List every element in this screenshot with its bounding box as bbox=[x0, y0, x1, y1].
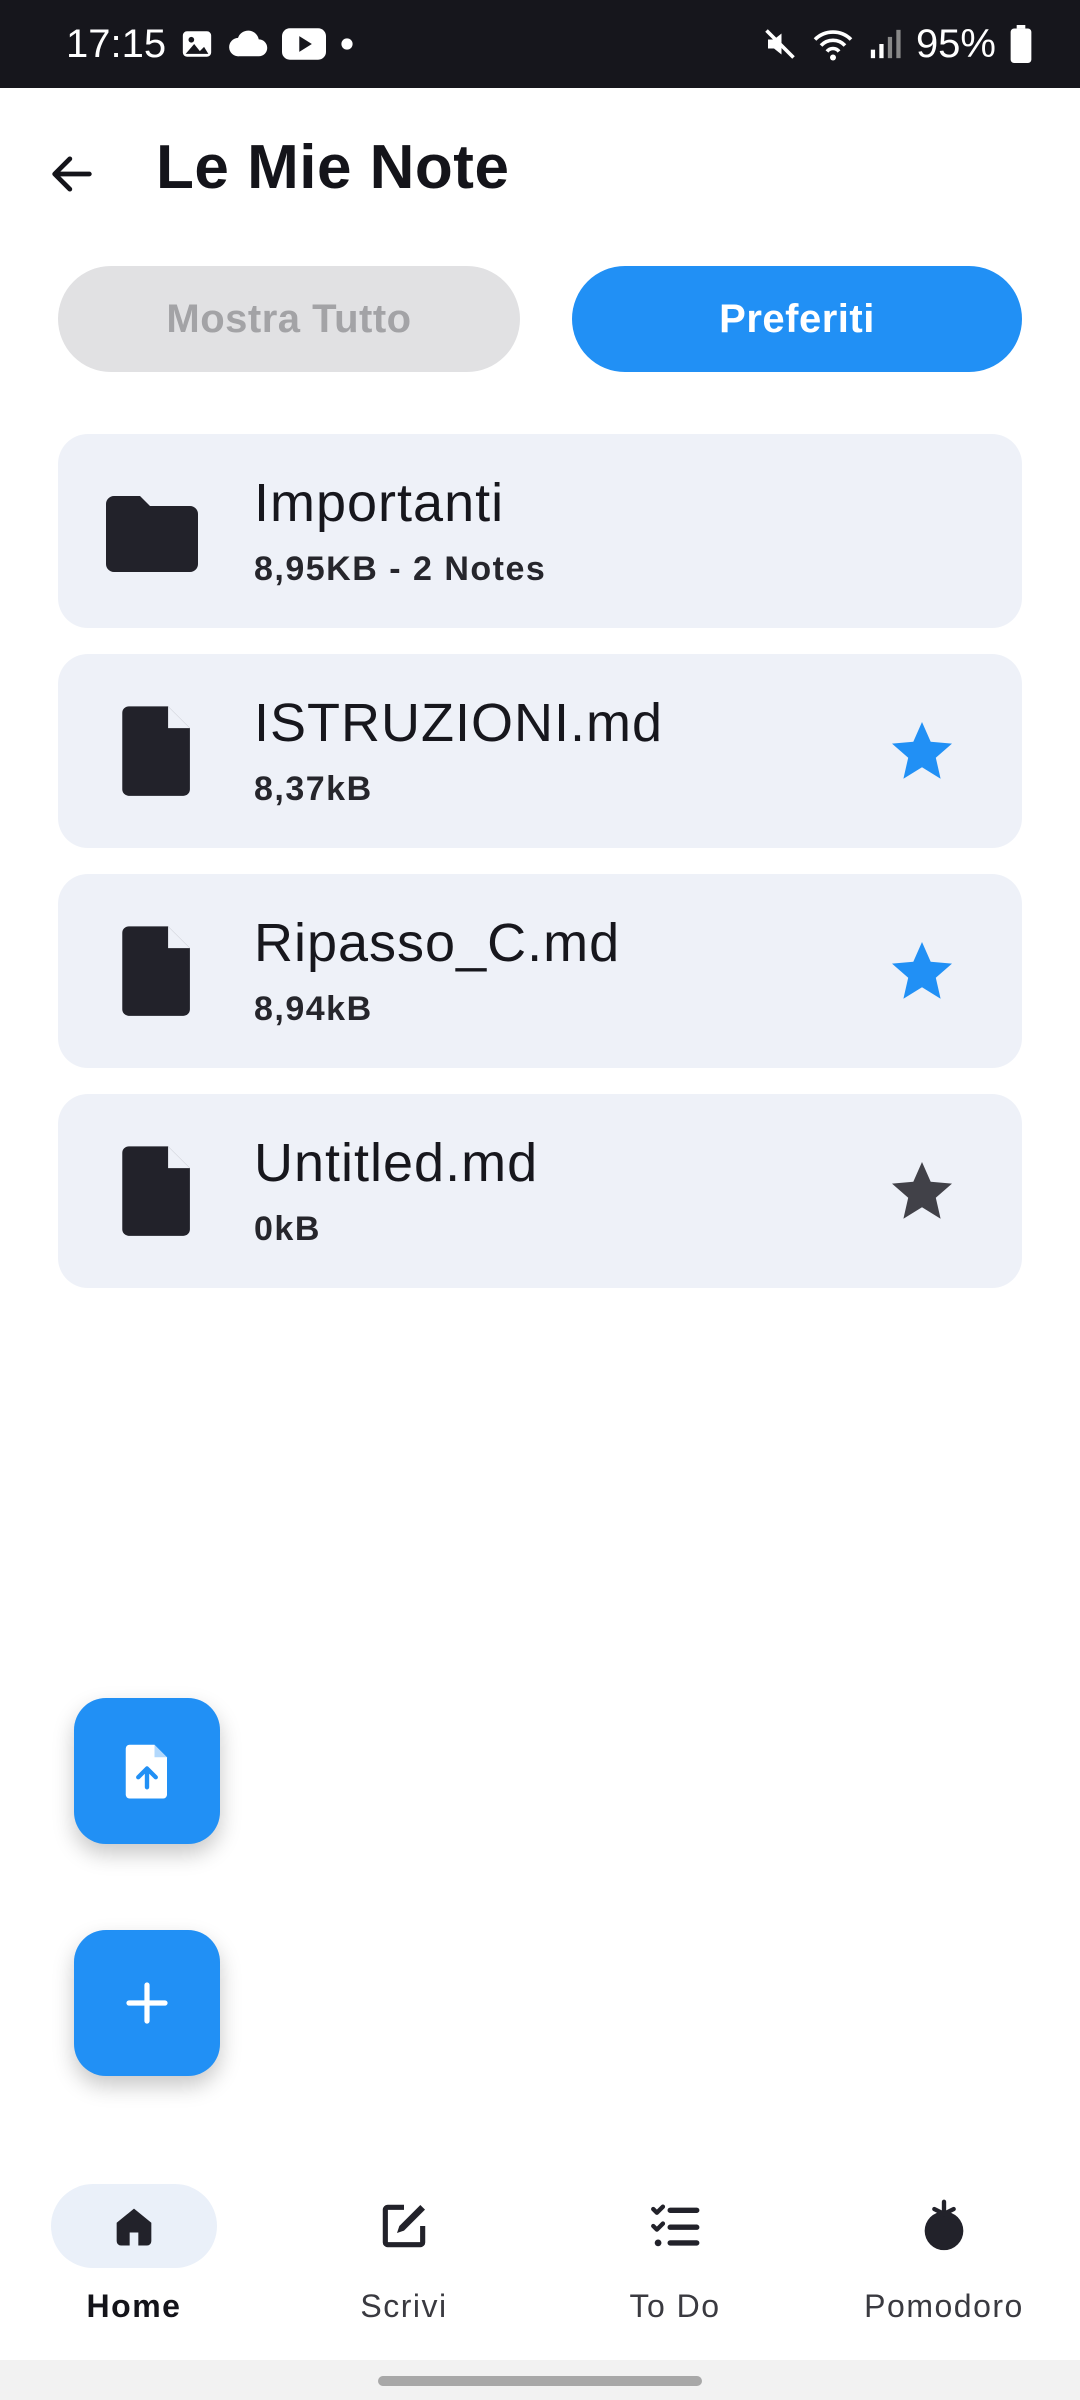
file-icon bbox=[122, 926, 190, 1016]
file-upload-icon bbox=[125, 1744, 167, 1799]
nav-item-home[interactable]: Home bbox=[24, 2184, 244, 2354]
checklist-icon bbox=[651, 2204, 700, 2247]
status-bar: 17:15 95% bbox=[0, 0, 1080, 88]
nav-pill bbox=[861, 2184, 1027, 2268]
nav-label: Scrivi bbox=[360, 2288, 448, 2324]
gesture-handle[interactable] bbox=[378, 2376, 702, 2386]
upload-file-button[interactable] bbox=[74, 1698, 220, 1844]
item-subtitle: 8,94kB bbox=[254, 990, 373, 1028]
item-title: Importanti bbox=[254, 473, 505, 533]
item-title: ISTRUZIONI.md bbox=[254, 693, 664, 753]
back-button[interactable] bbox=[36, 138, 108, 210]
battery-icon bbox=[1010, 25, 1032, 63]
nav-label: To Do bbox=[629, 2288, 721, 2324]
folder-icon bbox=[106, 496, 198, 572]
page-title: Le Mie Note bbox=[156, 133, 510, 202]
file-icon bbox=[122, 706, 190, 796]
favorites-button[interactable]: Preferiti bbox=[572, 266, 1022, 372]
wifi-icon bbox=[812, 26, 854, 62]
nav-pill bbox=[51, 2184, 217, 2268]
status-right: 95% bbox=[762, 22, 1032, 67]
item-title: Untitled.md bbox=[254, 1133, 539, 1193]
nav-label: Home bbox=[86, 2288, 182, 2324]
header: Le Mie Note bbox=[0, 88, 1080, 258]
youtube-icon bbox=[282, 28, 327, 60]
status-left: 17:15 bbox=[66, 22, 354, 67]
list-item-file[interactable]: ISTRUZIONI.md 8,37kB bbox=[58, 654, 1022, 848]
nav-item-scrivi[interactable]: Scrivi bbox=[294, 2184, 514, 2354]
file-icon bbox=[122, 1146, 190, 1236]
gallery-icon bbox=[180, 27, 214, 61]
arrow-back-icon bbox=[52, 156, 92, 192]
screen: 17:15 95% Le Mie Note Mostra Tutto Prefe… bbox=[0, 0, 1080, 2400]
list-item-file[interactable]: Untitled.md 0kB bbox=[58, 1094, 1022, 1288]
tomato-icon bbox=[924, 2199, 964, 2251]
gesture-area bbox=[0, 2360, 1080, 2400]
item-subtitle: 8,95KB - 2 Notes bbox=[254, 550, 547, 588]
nav-label: Pomodoro bbox=[864, 2288, 1024, 2324]
battery-percent: 95% bbox=[915, 21, 996, 66]
item-title: Ripasso_C.md bbox=[254, 913, 621, 973]
home-icon bbox=[116, 2208, 152, 2246]
nav-pill bbox=[321, 2184, 487, 2268]
nav-pill bbox=[592, 2184, 758, 2268]
item-subtitle: 8,37kB bbox=[254, 770, 373, 808]
nav-item-pomodoro[interactable]: Pomodoro bbox=[834, 2184, 1054, 2354]
show-all-button[interactable]: Mostra Tutto bbox=[58, 266, 520, 372]
star-outline-icon[interactable] bbox=[886, 1156, 958, 1228]
edit-icon bbox=[382, 2204, 426, 2248]
item-subtitle: 0kB bbox=[254, 1210, 321, 1248]
plus-icon bbox=[126, 1982, 168, 2024]
add-note-button[interactable] bbox=[74, 1930, 220, 2076]
bottom-nav: Home Scrivi To Do Pomodoro bbox=[0, 2160, 1080, 2360]
nav-item-todo[interactable]: To Do bbox=[565, 2184, 785, 2354]
status-time: 17:15 bbox=[66, 21, 167, 66]
star-icon[interactable] bbox=[886, 936, 958, 1008]
list-item-file[interactable]: Ripasso_C.md 8,94kB bbox=[58, 874, 1022, 1068]
list-item-folder[interactable]: Importanti 8,95KB - 2 Notes bbox=[58, 434, 1022, 628]
mute-icon bbox=[762, 26, 798, 62]
dot-icon bbox=[340, 37, 354, 51]
star-icon[interactable] bbox=[886, 716, 958, 788]
cloud-icon bbox=[228, 29, 268, 59]
signal-icon bbox=[868, 27, 902, 61]
